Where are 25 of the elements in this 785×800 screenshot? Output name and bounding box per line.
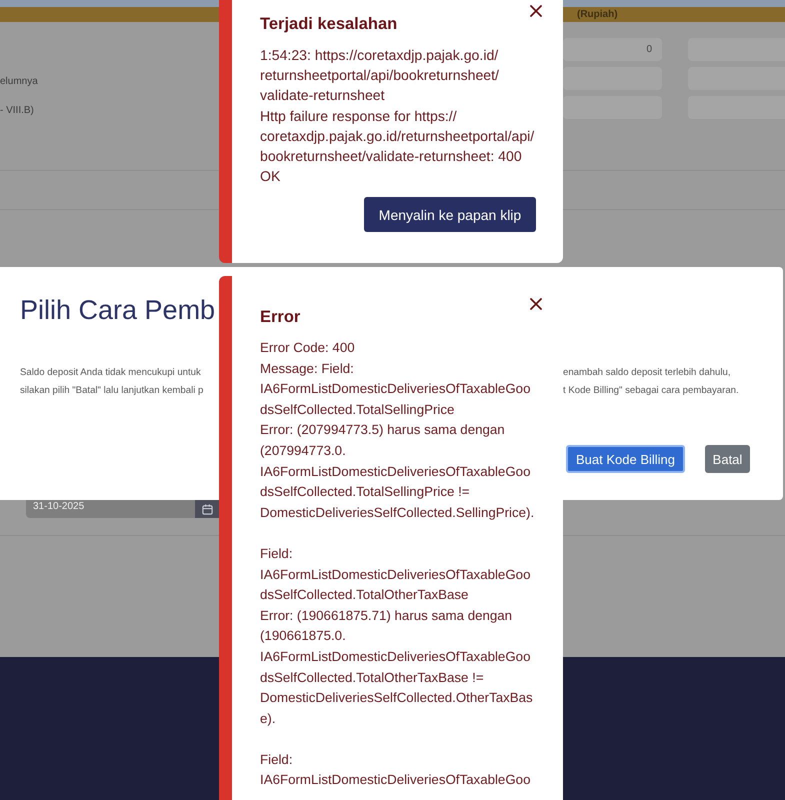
calendar-icon: [202, 504, 212, 514]
error-message: 1:54:23: https://coretaxdjp.pajak.go.id/returnsheetportal/api/bookreturnsheet/validate-returnsheet Http failure response for https://coretaxdjp.pajak.go.id/returnsheetportal/api/bookreturnsheet/validate-returnsheet: 400 OK: [260, 46, 536, 186]
dialog-text: Saldo deposit Anda tidak mencukupi untuk: [20, 367, 201, 378]
close-icon[interactable]: [530, 298, 542, 310]
input-field[interactable]: [563, 96, 662, 119]
toast-title: Terjadi kesalahan: [260, 15, 398, 33]
dialog-text: enambah saldo deposit terlebih dahulu,: [563, 367, 730, 378]
copy-button[interactable]: Menyalin ke papan klip: [364, 197, 536, 232]
error-message: Field: IA6FormListDomesticDeliveriesOfTaxableGoodsSelfCollected.TotalOtherTaxBase Error: (190661875.71) harus sama dengan (190661875.0. IA6FormListDomesticDeliveriesOfTaxableGoodsSelfCollected.TotalOtherTaxBase != DomesticDeliveriesSelfCollected.OtherTaxBase).: [260, 544, 534, 728]
dialog-text: t Kode Billing" sebagai cara pembayaran.: [563, 385, 739, 396]
dialog-title: Pilih Cara Pemb: [20, 294, 216, 326]
input-field[interactable]: 0: [563, 38, 662, 61]
calendar-button[interactable]: [195, 500, 219, 518]
confirm-button[interactable]: Buat Kode Billing: [566, 445, 685, 473]
form-label: - VIII.B): [0, 105, 34, 116]
error-message: Field: IA6FormListDomesticDeliveriesOfTaxableGoo: [260, 750, 532, 790]
date-field[interactable]: 31-10-2025: [26, 500, 195, 518]
input-field[interactable]: [563, 67, 662, 90]
toast-title: Error: [260, 308, 300, 326]
dialog-text: silakan pilih "Batal" lalu lanjutkan kembali p: [20, 385, 204, 396]
column-heading: (Rupiah): [577, 8, 618, 20]
cancel-button[interactable]: Batal: [705, 445, 750, 473]
error-message: Error Code: 400 Message: Field: IA6FormListDomesticDeliveriesOfTaxableGoodsSelfCollected.TotalSellingPrice Error: (207994773.5) harus sama dengan (207994773.0. IA6FormListDomesticDeliveriesOfTaxableGoodsSelfCollected.TotalSellingPrice != DomesticDeliveriesSelfCollected.SellingPrice).: [260, 339, 536, 522]
form-label: elumnya: [0, 76, 38, 87]
close-icon[interactable]: [530, 5, 542, 17]
